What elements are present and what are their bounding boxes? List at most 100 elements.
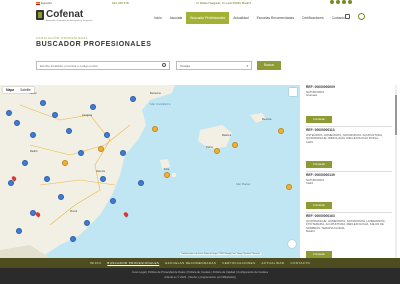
language-selector[interactable]: Español — [36, 1, 52, 5]
street-view-icon[interactable] — [288, 240, 296, 248]
address: C/ Rafael Salgado, 9 Local 28036 Madrid — [196, 1, 251, 5]
divider — [306, 171, 392, 172]
fullscreen-icon[interactable] — [289, 88, 297, 96]
map-label: Mar Cantábrico — [150, 102, 171, 106]
map-pin[interactable] — [22, 160, 28, 166]
contact-button[interactable]: Contactar — [306, 116, 332, 123]
footer-link-contacto[interactable]: CONTACTO — [291, 261, 311, 265]
map-cluster[interactable] — [286, 184, 292, 190]
map-pin[interactable] — [84, 220, 90, 226]
facebook-icon[interactable] — [330, 0, 334, 4]
nav-certificaciones[interactable]: Certificaciones — [298, 12, 328, 24]
map-label: Valencia — [96, 170, 105, 173]
map-pin[interactable] — [30, 132, 36, 138]
map-pin[interactable] — [58, 194, 64, 200]
header-icons — [345, 13, 365, 20]
logo-text: Cofenat — [46, 9, 84, 20]
map-label: Zaragoza — [82, 114, 93, 117]
divider — [306, 126, 392, 127]
footer-link-actualidad[interactable]: ACTUALIDAD — [261, 261, 284, 265]
map-label: Palma — [206, 146, 213, 149]
footer-link-buscador[interactable]: BUSCADOR PROFESIONALES — [107, 261, 159, 265]
nav-inicio[interactable]: Inicio — [150, 12, 166, 24]
cart-icon[interactable] — [345, 14, 350, 19]
youtube-icon[interactable] — [348, 0, 352, 4]
nav-escuelas[interactable]: Escuelas Recomendadas — [253, 12, 298, 24]
map-pin[interactable] — [6, 110, 12, 116]
site-header: Cofenat Asociación Profesional de Naturo… — [0, 6, 400, 28]
map-cluster[interactable] — [278, 128, 284, 134]
map-pin[interactable] — [44, 176, 50, 182]
map-cluster[interactable] — [152, 126, 158, 132]
footer-credits: cofenat.es © 2023 - Diseño y programació… — [164, 276, 236, 279]
tab-satellite[interactable]: Satélite — [17, 87, 34, 93]
result-ref: REF: 00000000009 — [306, 85, 335, 89]
footer-nav: INICIO BUSCADOR PROFESIONALES ESCUELAS R… — [0, 258, 400, 268]
map-pin[interactable] — [110, 198, 116, 204]
result-ref: REF: 00000000139 — [306, 173, 335, 177]
instagram-icon[interactable] — [336, 0, 340, 4]
map-pin[interactable] — [104, 132, 110, 138]
result-city: Madrid — [306, 229, 315, 234]
map-cluster[interactable] — [62, 160, 68, 166]
search-button[interactable]: Buscar — [257, 61, 281, 70]
map-type-tabs: Mapa Satélite — [3, 87, 34, 93]
map-pin[interactable] — [100, 176, 106, 182]
contact-button[interactable]: Contactar — [306, 251, 332, 258]
result-city: Granada — [306, 93, 317, 98]
contact-button[interactable]: Contactar — [306, 161, 332, 168]
footer-link-inicio[interactable]: INICIO — [90, 261, 102, 265]
phone-number[interactable]: 912 345 678 — [112, 1, 129, 5]
twitter-icon[interactable] — [342, 0, 346, 4]
map-pin[interactable] — [16, 228, 22, 234]
nav-asociate[interactable]: Asociate — [166, 12, 187, 24]
result-card: REF: 00000000009 NATUROPATA Granada — [306, 85, 386, 98]
map-pin[interactable] — [66, 128, 72, 134]
nav-actualidad[interactable]: Actualidad — [229, 12, 252, 24]
legal-links[interactable]: Aviso Legal | Política de Privacidad de … — [0, 271, 400, 274]
results-map[interactable] — [0, 85, 300, 258]
map-pin[interactable] — [78, 150, 84, 156]
scrollbar-thumb[interactable] — [395, 95, 397, 135]
map-pin[interactable] — [70, 236, 76, 242]
result-profession: QUIROMASAJE, HOMEÓPATA, NATUROPATA, HOME… — [306, 219, 386, 230]
map-pin[interactable] — [138, 180, 144, 186]
map-pin[interactable] — [52, 112, 58, 118]
logo-icon — [36, 9, 44, 20]
tab-map[interactable]: Mapa — [3, 87, 17, 93]
map-cluster[interactable] — [214, 148, 220, 154]
map-cluster[interactable] — [232, 142, 238, 148]
map-cluster[interactable] — [164, 172, 170, 178]
search-icon[interactable] — [162, 63, 166, 67]
map-pin[interactable] — [40, 100, 46, 106]
map-pin[interactable] — [130, 96, 136, 102]
breadcrumb: ASOCIACIÓN PROFESIONAL — [36, 36, 89, 40]
nav-buscador[interactable]: Buscador Profesionales — [186, 12, 230, 24]
result-card: REF: 00000000139 NATUROPATA Cádiz — [306, 173, 386, 186]
contact-button[interactable]: Contactar — [306, 202, 332, 209]
map-cluster[interactable] — [98, 146, 104, 152]
therapy-select[interactable]: Terapia ▾ — [176, 61, 252, 70]
map-land — [0, 85, 266, 258]
language-label: Español — [41, 1, 52, 5]
map-pin[interactable] — [120, 150, 126, 156]
divider — [306, 212, 392, 213]
therapy-select-value: Terapia — [180, 64, 190, 68]
map-label: Mallorca — [222, 134, 232, 137]
footer-link-certificaciones[interactable]: CERTIFICACIONES — [222, 261, 255, 265]
location-search-input[interactable] — [36, 61, 170, 70]
result-ref: REF: 00000000113 — [306, 128, 335, 132]
map-label: Madrid — [30, 150, 38, 153]
map-pin[interactable] — [14, 120, 20, 126]
map-pin[interactable] — [90, 104, 96, 110]
map-label: Barcelona — [150, 92, 161, 95]
map-label: Murcia — [70, 210, 78, 213]
map-label: Ibiza — [164, 168, 170, 171]
main-nav: Inicio Asociate Buscador Profesionales A… — [150, 12, 349, 24]
site-logo[interactable]: Cofenat — [36, 9, 83, 20]
footer-link-escuelas[interactable]: ESCUELAS RECOMENDADAS — [165, 261, 216, 265]
user-icon[interactable] — [358, 13, 365, 20]
page-title: BUSCADOR PROFESIONALES — [36, 41, 152, 48]
social-links — [330, 0, 352, 4]
results-list: REF: 00000000009 NATUROPATA Granada Cont… — [300, 85, 400, 258]
